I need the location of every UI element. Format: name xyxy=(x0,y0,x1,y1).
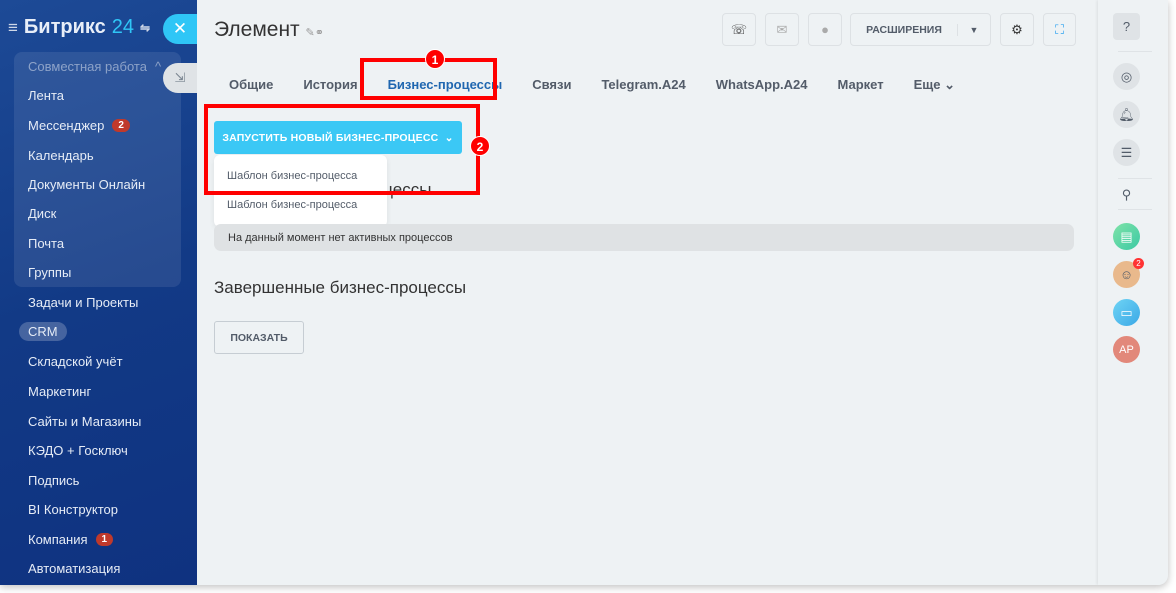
divider xyxy=(1118,209,1152,210)
general-chat[interactable]: ▭ xyxy=(1113,299,1140,326)
gear-icon: ⚙ xyxy=(1011,21,1023,37)
notifications-button[interactable]: 🔔︎ xyxy=(1113,101,1140,128)
show-button[interactable]: ПОКАЗАТЬ xyxy=(214,321,304,354)
sidebar-item[interactable]: Маркетинг xyxy=(28,384,91,399)
sidebar-item[interactable]: КЭДО + Госключ xyxy=(28,443,128,458)
tab-history[interactable]: История xyxy=(303,77,357,93)
chat-list-icon: ☰ xyxy=(1120,144,1133,160)
sidebar-item[interactable]: Задачи и Проекты xyxy=(28,295,138,310)
sidebar-item[interactable]: Группы xyxy=(28,265,71,280)
chat-bubbles-icon: ▭ xyxy=(1120,304,1133,320)
tab-telegram[interactable]: Telegram.A24 xyxy=(601,77,685,93)
main-panel: Элемент ✎⚭ ☏ ✉ ● РАСШИРЕНИЯ ▼ ⚙ ⛶ Общие И… xyxy=(197,0,1088,585)
sidebar-item[interactable]: Календарь xyxy=(28,148,94,163)
call-button[interactable]: ☏ xyxy=(722,13,756,46)
tabs: Общие История Бизнес-процессы Связи Tele… xyxy=(229,77,985,93)
annotation-number: 1 xyxy=(425,49,445,69)
chats-button[interactable]: ☰ xyxy=(1113,139,1140,166)
minimize-slider-button[interactable]: ⇲ xyxy=(163,63,197,93)
question-icon: ? xyxy=(1122,19,1131,34)
sidebar-item[interactable]: Почта xyxy=(28,236,64,251)
counter-badge: 2 xyxy=(1133,258,1144,269)
dropdown-item[interactable]: Шаблон бизнес-процесса xyxy=(227,199,357,211)
avatar[interactable]: AP xyxy=(1113,336,1140,363)
sidebar-item-crm[interactable]: CRM xyxy=(19,322,67,341)
fullscreen-button[interactable]: ⛶ xyxy=(1043,13,1076,46)
chevron-up-icon: ^ xyxy=(154,59,162,74)
sidebar-item[interactable]: Сайты и Магазины xyxy=(28,414,141,429)
caret-down-icon[interactable]: ▼ xyxy=(958,25,990,35)
minimize-icon: ⇲ xyxy=(174,70,186,85)
logo: ≡ Битрикс 24 ⇋ xyxy=(8,16,151,38)
link-icon[interactable]: ⚭ xyxy=(315,27,324,39)
sidebar-item[interactable]: Автоматизация xyxy=(28,561,120,576)
sidebar-item[interactable]: Складской учёт xyxy=(28,354,123,369)
search-icon: ⚲ xyxy=(1121,186,1132,202)
no-active-processes-message: На данный момент нет активных процессов xyxy=(214,224,1074,251)
sidebar-item[interactable]: Диск xyxy=(28,206,56,221)
search-button[interactable]: ⚲ xyxy=(1113,181,1140,208)
news-icon: ▤ xyxy=(1120,228,1133,244)
sidebar-group-title[interactable]: Совместная работа ^ xyxy=(28,59,161,74)
avatar-face-icon: ☺ xyxy=(1119,267,1134,282)
expand-icon: ⛶ xyxy=(1054,21,1065,37)
copilot-button[interactable]: ◎ xyxy=(1113,63,1140,90)
copilot-icon: ◎ xyxy=(1120,68,1133,84)
window: ≡ Битрикс 24 ⇋ Совместная работа ^ Лента М… xyxy=(0,0,1168,585)
mail-icon: ✉ xyxy=(776,21,788,37)
phone-icon: ☏ xyxy=(730,21,748,37)
tab-market[interactable]: Маркет xyxy=(837,77,883,93)
help-button[interactable]: ? xyxy=(1113,13,1140,40)
chat-button[interactable]: ● xyxy=(808,13,842,46)
chevron-down-icon: ⌄ xyxy=(944,77,955,92)
settings-sliders-icon[interactable]: ⇋ xyxy=(140,21,150,35)
highlight-box-run xyxy=(204,104,480,195)
sidebar-item[interactable]: BI Конструктор xyxy=(28,502,118,517)
close-slider-button[interactable]: ✕ xyxy=(163,14,197,44)
sidebar-item[interactable]: Документы Онлайн xyxy=(28,177,145,192)
close-icon: ✕ xyxy=(172,19,188,38)
divider xyxy=(1118,51,1152,52)
extensions-button[interactable]: РАСШИРЕНИЯ ▼ xyxy=(850,13,991,46)
news-chat[interactable]: ▤ xyxy=(1113,223,1140,250)
tab-more[interactable]: Еще ⌄ xyxy=(914,77,955,93)
right-toolbar: ? ◎ 🔔︎ ☰ ⚲ ▤ ☺ 2 ▭ AP xyxy=(1098,0,1168,585)
sidebar: ≡ Битрикс 24 ⇋ Совместная работа ^ Лента М… xyxy=(0,0,197,585)
edit-icon[interactable]: ✎ xyxy=(306,27,315,39)
sidebar-item[interactable]: Подпись xyxy=(28,473,79,488)
bell-icon: 🔔︎ xyxy=(1118,106,1135,122)
sidebar-item[interactable]: Компания 1 xyxy=(28,532,114,547)
counter-badge: 1 xyxy=(95,533,114,546)
tab-links[interactable]: Связи xyxy=(532,77,571,93)
sidebar-item[interactable]: Мессенджер 2 xyxy=(28,118,130,133)
completed-heading: Завершенные бизнес-процессы xyxy=(214,278,467,297)
page-title: Элемент ✎⚭ xyxy=(214,18,324,41)
divider xyxy=(1118,178,1152,179)
tab-whatsapp[interactable]: WhatsApp.A24 xyxy=(716,77,808,93)
sidebar-item[interactable]: Лента xyxy=(28,88,64,103)
user-chat[interactable]: ☺ 2 xyxy=(1113,258,1144,288)
email-button[interactable]: ✉ xyxy=(765,13,799,46)
menu-icon[interactable]: ≡ xyxy=(8,18,18,38)
counter-badge: 2 xyxy=(112,119,130,132)
annotation-number: 2 xyxy=(470,136,490,156)
settings-button[interactable]: ⚙ xyxy=(1000,13,1034,46)
chat-icon: ● xyxy=(821,22,829,37)
tab-general[interactable]: Общие xyxy=(229,77,273,93)
